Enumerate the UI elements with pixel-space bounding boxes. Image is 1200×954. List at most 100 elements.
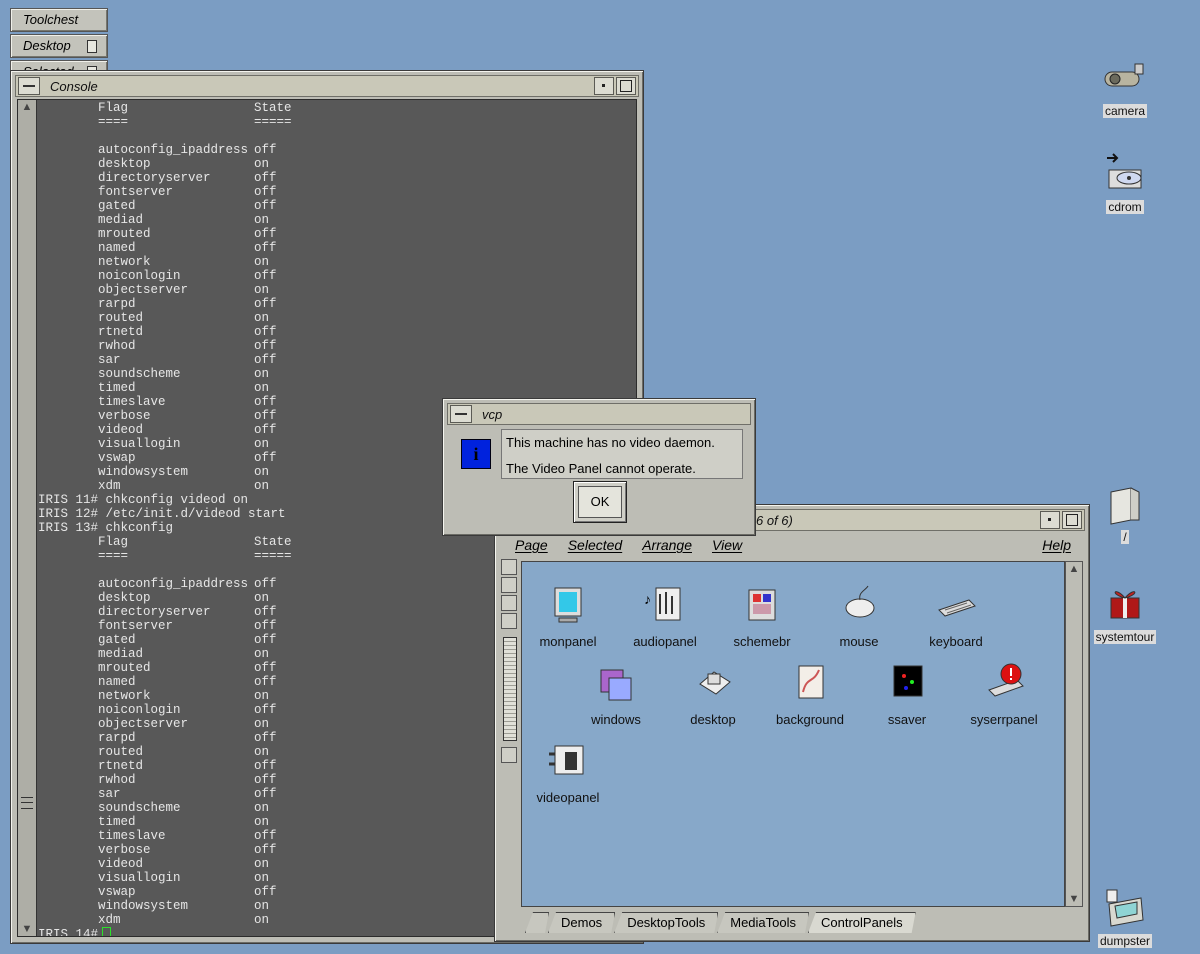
console-state: off [254, 395, 277, 409]
console-state: off [254, 423, 277, 437]
panel-item-videopanel[interactable]: videopanel [518, 738, 618, 805]
console-flag: gated [98, 199, 136, 213]
menu-page[interactable]: Page [515, 537, 548, 553]
desktop-icon-cdrom[interactable]: cdrom [1080, 150, 1170, 214]
panel-item-label: videopanel [536, 790, 600, 805]
console-flag: desktop [98, 591, 151, 605]
icon-size-slider[interactable] [503, 637, 517, 741]
ok-button[interactable]: OK [573, 481, 627, 523]
panel-item-schemebr[interactable]: schemebr [712, 582, 812, 649]
desktop-icon-systemtour[interactable]: systemtour [1080, 580, 1170, 644]
panel-item-label: keyboard [929, 634, 983, 649]
console-state: on [254, 857, 270, 871]
panel-item-desktop[interactable]: desktop [663, 660, 763, 727]
console-state: on [254, 157, 270, 171]
console-flag: xdm [98, 479, 121, 493]
menu-arrange[interactable]: Arrange [642, 537, 692, 553]
detail-view-icon[interactable] [501, 595, 517, 611]
audio-icon: ♪ [642, 582, 688, 628]
console-flag: objectserver [98, 283, 189, 297]
console-state: ===== [254, 115, 292, 129]
panel-item-mouse[interactable]: mouse [809, 582, 909, 649]
small-icon-toggle[interactable] [501, 747, 517, 763]
window-menu-button[interactable] [18, 77, 40, 95]
panel-item-label: schemebr [733, 634, 791, 649]
maximize-button[interactable] [616, 77, 636, 95]
panel-item-monpanel[interactable]: monpanel [518, 582, 618, 649]
console-flag: network [98, 689, 151, 703]
maximize-button[interactable] [1062, 511, 1082, 529]
scroll-down-arrow-icon[interactable]: ▼ [20, 922, 34, 936]
console-state: on [254, 437, 270, 451]
console-flag: mrouted [98, 661, 151, 675]
console-flag: objectserver [98, 717, 189, 731]
console-state: on [254, 381, 270, 395]
windows-icon [593, 660, 639, 706]
scroll-up-arrow-icon[interactable]: ▲ [20, 100, 34, 114]
panel-item-ssaver[interactable]: ssaver [857, 660, 957, 727]
console-line: rwhod off [38, 339, 636, 353]
dialog-title: vcp [482, 406, 503, 422]
icon-view-icon[interactable] [501, 559, 517, 575]
console-flag: rarpd [98, 731, 136, 745]
console-flag: autoconfig_ipaddress [98, 577, 249, 591]
console-state: on [254, 283, 270, 297]
toolchest-item-desktop[interactable]: Desktop [10, 34, 108, 58]
tab-mediatools[interactable]: MediaTools [717, 912, 809, 933]
desktop-icon-dumpster[interactable]: dumpster [1080, 884, 1170, 948]
console-flag: sar [98, 353, 121, 367]
list-view-icon[interactable] [501, 577, 517, 593]
desktop-icon-root[interactable]: / [1080, 480, 1170, 544]
console-command: IRIS 12# /etc/init.d/videod start [38, 507, 286, 521]
desktop-icon-camera[interactable]: camera [1080, 54, 1170, 118]
camera-icon [1101, 54, 1149, 102]
window-menu-button[interactable] [450, 405, 472, 423]
monitor-icon [545, 582, 591, 628]
console-flag: rarpd [98, 297, 136, 311]
console-title: Console [50, 78, 98, 94]
dialog-titlebar[interactable]: vcp [447, 403, 751, 425]
console-state: off [254, 353, 277, 367]
console-flag: timed [98, 381, 136, 395]
console-flag: mediad [98, 647, 144, 661]
console-flag: timeslave [98, 829, 166, 843]
tab-desktoptools[interactable]: DesktopTools [614, 912, 718, 933]
console-flag: routed [98, 311, 144, 325]
panel-item-windows[interactable]: windows [566, 660, 666, 727]
console-flag: timed [98, 815, 136, 829]
menu-help[interactable]: Help [1042, 537, 1071, 553]
cdrom-icon [1101, 150, 1149, 198]
toolchest-title[interactable]: Toolchest [10, 8, 108, 32]
scroll-up-arrow-icon[interactable]: ▲ [1067, 562, 1081, 576]
console-state: on [254, 213, 270, 227]
console-flag: fontserver [98, 619, 174, 633]
console-state: State [254, 535, 292, 549]
menu-view[interactable]: View [712, 537, 742, 553]
ok-button-label: OK [578, 486, 622, 518]
console-titlebar[interactable]: Console [15, 75, 639, 97]
console-state: off [254, 339, 277, 353]
panel-item-audiopanel[interactable]: ♪ audiopanel [615, 582, 715, 649]
console-state: on [254, 311, 270, 325]
tab-demos[interactable]: Demos [548, 912, 615, 933]
console-flag: directoryserver [98, 171, 211, 185]
panel-item-keyboard[interactable]: keyboard [906, 582, 1006, 649]
console-state: off [254, 759, 277, 773]
panel-icon-area: monpanel ♪ audiopanel schemebr mouse keyboard… [521, 561, 1065, 907]
minimize-button[interactable] [1040, 511, 1060, 529]
menu-selected[interactable]: Selected [568, 537, 622, 553]
scroll-grip-icon[interactable] [21, 797, 33, 809]
tab-controlpanels[interactable]: ControlPanels [808, 912, 916, 933]
minimize-button[interactable] [594, 77, 614, 95]
panel-item-background[interactable]: background [760, 660, 860, 727]
console-scrollbar[interactable]: ▲ ▼ [18, 100, 37, 936]
console-flag: directoryserver [98, 605, 211, 619]
panel-item-syserrpanel[interactable]: syserrpanel [954, 660, 1054, 727]
console-flag: sar [98, 787, 121, 801]
console-state: on [254, 745, 270, 759]
console-flag: xdm [98, 913, 121, 927]
vcp-dialog: vcp i This machine has no video daemon. … [442, 398, 756, 536]
face-icon[interactable] [501, 613, 517, 629]
console-line: ==== ===== [38, 115, 636, 129]
scroll-down-arrow-icon[interactable]: ▼ [1067, 892, 1081, 906]
